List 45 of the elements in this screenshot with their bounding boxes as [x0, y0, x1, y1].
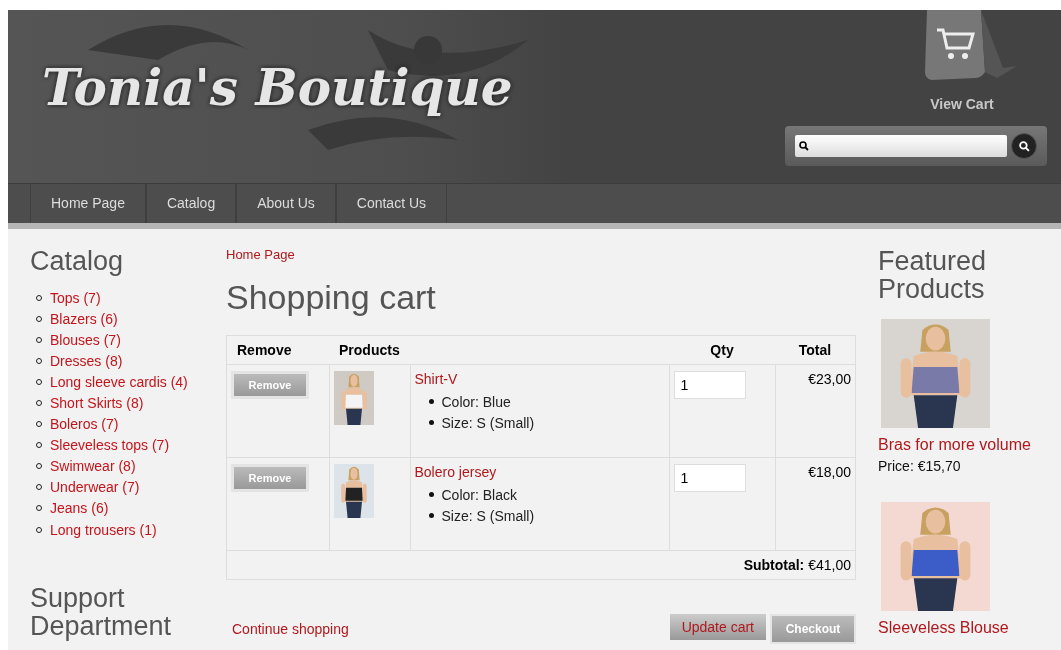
- column-header: Qty: [669, 335, 775, 365]
- category-link[interactable]: Sleeveless tops (7): [50, 437, 170, 454]
- category-link[interactable]: Dresses (8): [50, 352, 123, 369]
- update-cart-button[interactable]: Update cart: [669, 614, 766, 640]
- quantity-field[interactable]: 1: [673, 464, 746, 492]
- category-link[interactable]: Long sleeve cardis (4): [50, 373, 188, 390]
- product-price: Price: €15,70: [878, 458, 962, 476]
- category-link[interactable]: Jeans (6): [50, 500, 109, 517]
- column-header: Remove: [226, 335, 329, 365]
- category-link[interactable]: Blazers (6): [50, 310, 118, 327]
- product-link[interactable]: Shirt-V: [414, 371, 458, 387]
- section-heading: Featured Products: [878, 247, 988, 303]
- search-button[interactable]: [1011, 133, 1037, 159]
- category-link[interactable]: Tops (7): [50, 289, 101, 306]
- category-link[interactable]: Underwear (7): [50, 479, 140, 496]
- column-header: Products: [329, 335, 669, 365]
- price-cell: €23,00: [775, 364, 856, 458]
- category-link[interactable]: Blouses (7): [50, 331, 121, 348]
- bullet-icon: [428, 492, 434, 497]
- continue-shopping-link[interactable]: Continue shopping: [232, 621, 349, 637]
- category-link[interactable]: Boleros (7): [50, 416, 119, 433]
- column-header: Total: [775, 335, 856, 365]
- breadcrumb-link[interactable]: Home Page: [226, 247, 856, 262]
- bullet-icon: [428, 399, 434, 404]
- product-attribute: Color: Black: [441, 486, 517, 503]
- page-title: Shopping cart: [226, 278, 437, 317]
- quantity-field[interactable]: 1: [673, 371, 746, 399]
- bullet-icon: [428, 513, 434, 518]
- bullet-icon: [428, 420, 434, 425]
- category-link[interactable]: Long trousers (1): [50, 521, 157, 538]
- product-link[interactable]: Sleeveless Blouse: [878, 619, 1038, 637]
- section-heading: Catalog: [30, 247, 125, 275]
- product-link[interactable]: Bolero jersey: [414, 464, 497, 480]
- product-attribute: Size: S (Small): [441, 507, 535, 524]
- product-link[interactable]: Bras for more volume: [878, 436, 1038, 454]
- section-heading: Support Department: [30, 584, 173, 641]
- product-attribute: Size: S (Small): [441, 414, 535, 431]
- price-cell: €18,00: [775, 457, 856, 551]
- category-link[interactable]: Short Skirts (8): [50, 395, 144, 411]
- subtotal-cell: Subtotal: €41,00: [226, 550, 856, 580]
- search-field[interactable]: [795, 135, 1007, 157]
- view-cart-link[interactable]: View Cart: [907, 10, 1017, 112]
- category-link[interactable]: Swimwear (8): [50, 458, 136, 475]
- search-icon: [1018, 140, 1030, 152]
- product-attribute: Color: Blue: [441, 393, 511, 410]
